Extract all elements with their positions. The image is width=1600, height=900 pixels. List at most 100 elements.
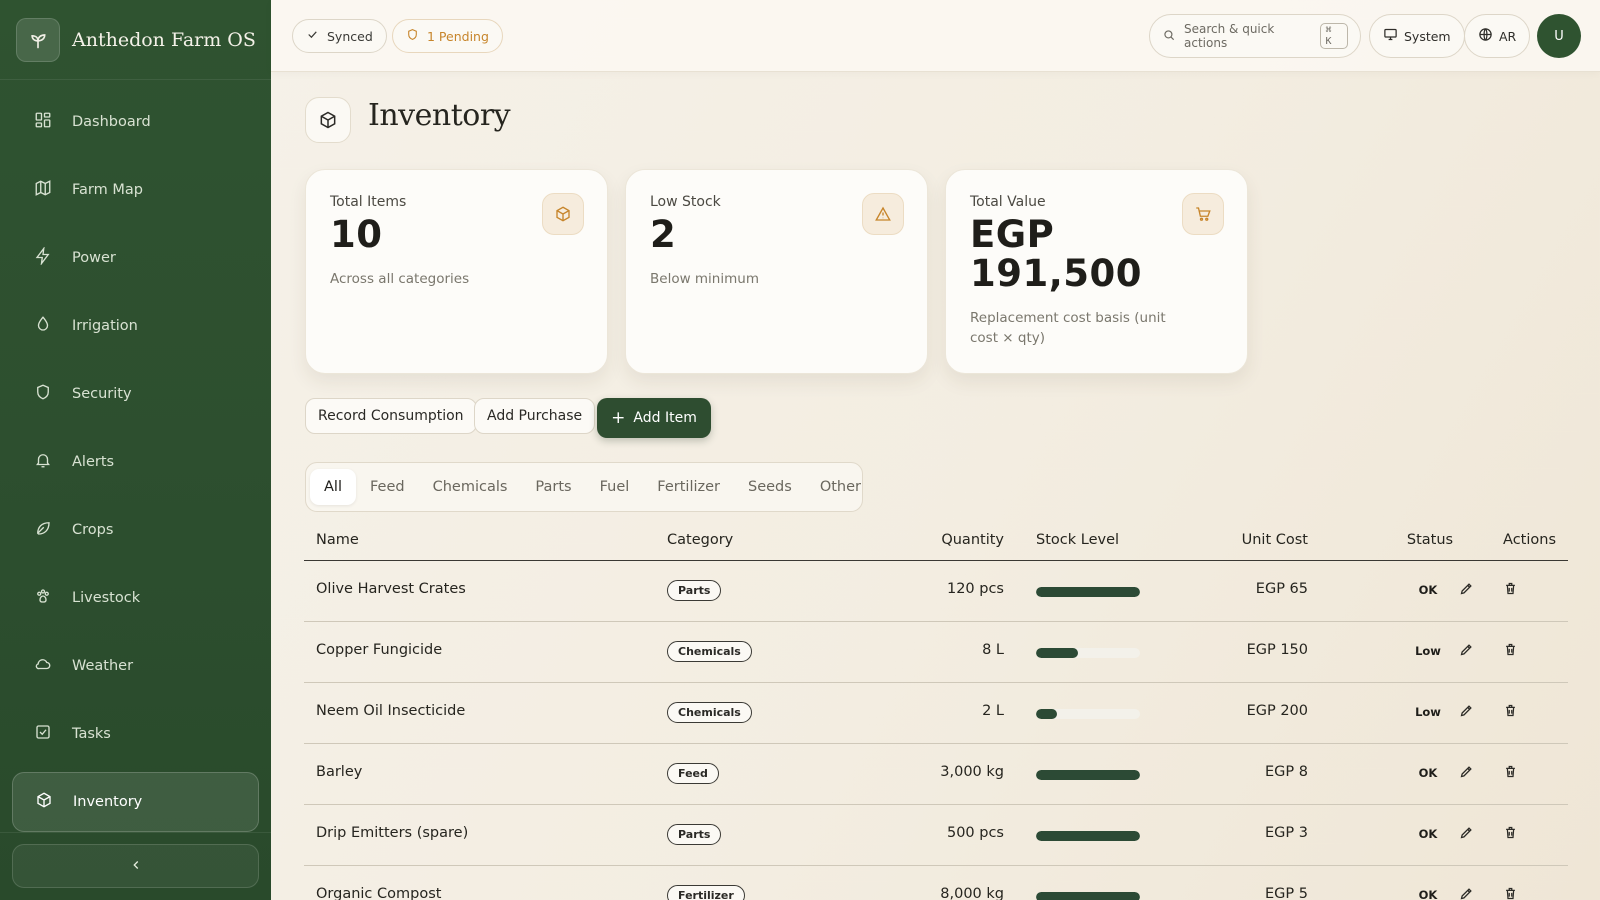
package-icon [542, 193, 584, 235]
stock-level-fill [1036, 770, 1140, 780]
status-badge: Low [1415, 644, 1441, 658]
item-unit-cost: EGP 150 [1246, 642, 1308, 658]
edit-icon[interactable] [1459, 642, 1477, 660]
table-row[interactable]: Copper Fungicide Chemicals 8 L EGP 150 Low [304, 622, 1568, 683]
sidebar-item-label: Crops [72, 522, 114, 538]
column-header-name[interactable]: Name [316, 532, 359, 548]
package-icon [35, 791, 73, 813]
sidebar-item-inventory[interactable]: Inventory [12, 772, 259, 832]
theme-label: System [1404, 28, 1451, 44]
sidebar-divider [0, 832, 271, 833]
category-badge: Parts [667, 580, 722, 601]
status-badge: OK [1418, 583, 1438, 597]
table-row[interactable]: Drip Emitters (spare) Parts 500 pcs EGP 3 OK [304, 805, 1568, 866]
status-badge: OK [1418, 766, 1438, 780]
column-header-unit-cost[interactable]: Unit Cost [1242, 532, 1308, 548]
table-row[interactable]: Neem Oil Insecticide Chemicals 2 L EGP 200 L… [304, 683, 1568, 744]
item-unit-cost: EGP 200 [1246, 703, 1308, 719]
chevron-left-icon [129, 857, 143, 876]
status-badge: OK [1418, 827, 1438, 841]
app-name: Anthedon Farm OS [72, 28, 256, 51]
sidebar-item-weather[interactable]: Weather [12, 636, 259, 696]
category-badge: Fertilizer [667, 885, 745, 900]
sidebar-item-security[interactable]: Security [12, 364, 259, 424]
table-row[interactable]: Organic Compost Fertilizer 8,000 kg EGP 5 OK [304, 866, 1568, 900]
item-quantity: 2 L [982, 703, 1004, 719]
map-icon [34, 179, 72, 201]
tab-chemicals[interactable]: Chemicals [419, 469, 522, 505]
card-subtext: Below minimum [650, 270, 759, 287]
item-quantity: 3,000 kg [940, 764, 1004, 780]
edit-icon[interactable] [1459, 581, 1477, 599]
sidebar-item-farm-map[interactable]: Farm Map [12, 160, 259, 220]
status-badge: OK [1418, 888, 1438, 900]
add-item-button[interactable]: + Add Item [597, 398, 711, 438]
stock-level-bar [1036, 831, 1140, 841]
sidebar-item-irrigation[interactable]: Irrigation [12, 296, 259, 356]
synced-status-pill[interactable]: Synced [292, 19, 387, 53]
bolt-icon [34, 246, 72, 269]
table-row[interactable]: Barley Feed 3,000 kg EGP 8 OK [304, 744, 1568, 805]
edit-icon[interactable] [1459, 703, 1477, 721]
leaf-icon [34, 519, 72, 541]
tab-seeds[interactable]: Seeds [734, 469, 806, 505]
column-header-actions: Actions [1503, 532, 1556, 548]
stock-level-bar [1036, 587, 1140, 597]
column-header-quantity[interactable]: Quantity [941, 532, 1004, 548]
edit-icon[interactable] [1459, 825, 1477, 843]
trash-icon[interactable] [1503, 825, 1521, 843]
stock-level-bar [1036, 709, 1140, 719]
table-header: Name Category Quantity Stock Level Unit … [304, 524, 1568, 561]
tab-parts[interactable]: Parts [521, 469, 585, 505]
user-avatar[interactable]: U [1537, 14, 1581, 58]
trash-icon[interactable] [1503, 703, 1521, 721]
tab-fertilizer[interactable]: Fertilizer [643, 469, 734, 505]
tab-other[interactable]: Other [806, 469, 875, 505]
category-badge: Feed [667, 763, 719, 784]
language-label: AR [1499, 28, 1517, 44]
item-name: Neem Oil Insecticide [316, 703, 466, 719]
total-items-card: Total Items 10 Across all categories [305, 169, 608, 374]
record-consumption-button[interactable]: Record Consumption [305, 398, 477, 434]
sidebar-item-dashboard[interactable]: Dashboard [12, 92, 259, 152]
item-unit-cost: EGP 65 [1255, 581, 1308, 597]
checkbox-icon [34, 723, 72, 745]
search-placeholder: Search & quick actions [1184, 22, 1275, 50]
search-input[interactable]: Search & quick actions ⌘ K [1149, 14, 1361, 58]
droplet-icon [34, 315, 72, 337]
sidebar-item-livestock[interactable]: Livestock [12, 568, 259, 628]
item-quantity: 8 L [982, 642, 1004, 658]
sidebar-item-label: Irrigation [72, 318, 138, 334]
edit-icon[interactable] [1459, 764, 1477, 782]
add-purchase-button[interactable]: Add Purchase [474, 398, 596, 434]
edit-icon[interactable] [1459, 886, 1477, 900]
column-header-category[interactable]: Category [667, 532, 733, 548]
language-toggle-button[interactable]: AR [1464, 14, 1531, 58]
tab-feed[interactable]: Feed [356, 469, 419, 505]
pending-status-pill[interactable]: 1 Pending [392, 19, 503, 53]
collapse-sidebar-button[interactable] [12, 844, 259, 888]
trash-icon[interactable] [1503, 764, 1521, 782]
sidebar-item-crops[interactable]: Crops [12, 500, 259, 560]
column-header-status: Status [1406, 532, 1454, 548]
tab-all[interactable]: All [310, 469, 356, 505]
trash-icon[interactable] [1503, 642, 1521, 660]
pending-label: 1 Pending [427, 28, 489, 44]
sidebar-item-power[interactable]: Power [12, 228, 259, 288]
trash-icon[interactable] [1503, 886, 1521, 900]
sidebar: Anthedon Farm OS Dashboard Farm Map Powe… [0, 0, 271, 900]
sidebar-item-alerts[interactable]: Alerts [12, 432, 259, 492]
tab-fuel[interactable]: Fuel [586, 469, 644, 505]
trash-icon[interactable] [1503, 581, 1521, 599]
add-item-label: Add Item [633, 410, 697, 426]
stock-level-fill [1036, 587, 1140, 597]
stock-level-bar [1036, 892, 1140, 900]
sidebar-item-label: Weather [72, 658, 134, 674]
theme-toggle-button[interactable]: System [1369, 14, 1465, 58]
sidebar-item-tasks[interactable]: Tasks [12, 704, 259, 764]
bell-icon [34, 451, 72, 473]
shield-pending-icon [406, 28, 427, 44]
stock-level-bar [1036, 648, 1140, 658]
table-row[interactable]: Olive Harvest Crates Parts 120 pcs EGP 65 OK [304, 561, 1568, 622]
brand[interactable]: Anthedon Farm OS [0, 0, 271, 80]
